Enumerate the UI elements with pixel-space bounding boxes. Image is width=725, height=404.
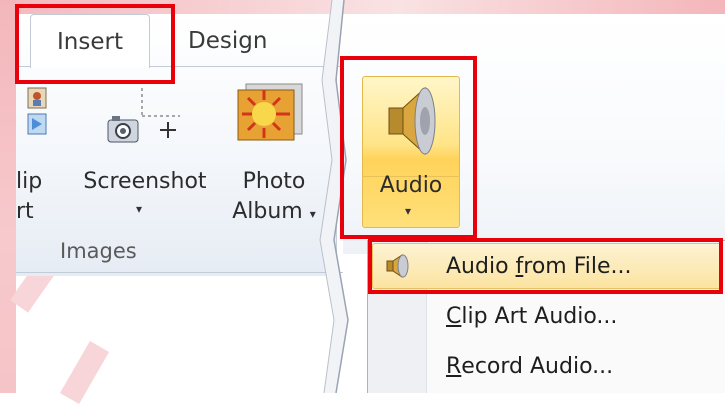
clip-art-button[interactable]: lip rt	[16, 86, 56, 236]
photo-album-label-text: Album	[232, 199, 303, 224]
screenshot-button[interactable]: Screenshot ▾	[72, 86, 218, 236]
speaker-icon	[388, 86, 436, 156]
group-bottom-line	[16, 272, 343, 273]
speaker-small-icon	[386, 254, 409, 278]
audio-dropdown-arrow[interactable]: ▾	[405, 204, 411, 218]
menu-item-clip-art-audio[interactable]: Clip Art Audio...	[446, 296, 617, 336]
background-left	[0, 0, 16, 393]
audio-label: Audio	[379, 173, 443, 198]
photo-album-icon	[237, 83, 303, 141]
menu-item-record-audio[interactable]: Record Audio...	[446, 346, 613, 386]
menu-item-text-pre: Audio	[446, 253, 516, 279]
menu-item-text-post: lip Art Audio...	[461, 303, 618, 329]
tab-design[interactable]: Design	[188, 22, 267, 60]
tab-design-label: Design	[188, 28, 268, 54]
screenshot-label: Screenshot	[83, 169, 207, 194]
clip-art-label-top: lip	[16, 169, 43, 194]
menu-item-text-post: rom File...	[523, 253, 632, 279]
screenshot-dropdown-arrow: ▾	[136, 202, 143, 216]
background-top	[0, 0, 725, 14]
tab-insert-label: Insert	[57, 28, 123, 55]
clip-art-icon	[27, 87, 47, 135]
menu-item-accelerator: f	[515, 253, 524, 279]
photo-album-button[interactable]: Photo Album ▾	[222, 82, 326, 232]
decor-stroke	[60, 341, 110, 404]
photo-album-label-line2: Album ▾	[222, 198, 326, 228]
menu-item-text-post: ecord Audio...	[461, 353, 614, 379]
images-group-label: Images	[60, 239, 137, 263]
tab-insert[interactable]: Insert	[30, 14, 150, 68]
photo-album-dropdown-arrow: ▾	[309, 207, 316, 221]
camera-icon	[107, 88, 180, 143]
menu-item-accelerator: R	[446, 353, 462, 379]
menu-item-audio-from-file[interactable]: Audio f rom File...	[446, 246, 632, 286]
photo-album-label-line1: Photo	[242, 169, 306, 194]
clip-art-label-bottom: rt	[16, 199, 34, 224]
menu-item-accelerator: C	[446, 303, 462, 329]
